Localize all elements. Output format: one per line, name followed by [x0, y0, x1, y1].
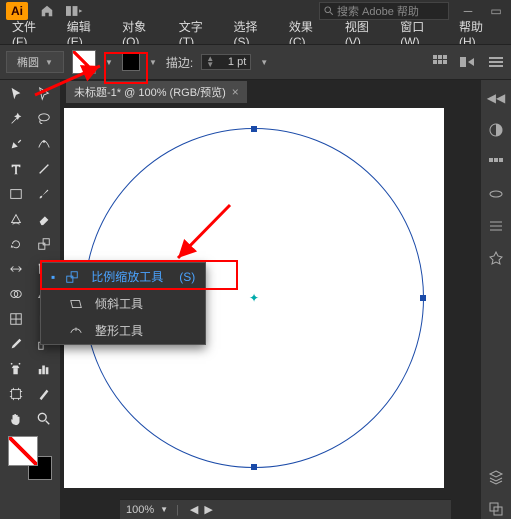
flyout-shear-label: 倾斜工具	[95, 295, 143, 312]
stroke-panel-icon[interactable]	[486, 216, 506, 236]
stroke-weight-input[interactable]: ▲▼ 1 pt	[201, 54, 251, 70]
column-graph-tool[interactable]	[30, 357, 57, 381]
tool-flyout-menu: ▪ 比例缩放工具 (S) 倾斜工具 整形工具	[40, 262, 206, 345]
symbols-panel-icon[interactable]	[486, 248, 506, 268]
stroke-dropdown[interactable]: ▼	[148, 52, 158, 72]
prefs-icon[interactable]	[487, 53, 505, 71]
magic-wand-tool[interactable]	[2, 107, 29, 131]
fill-stroke-indicator[interactable]	[8, 436, 52, 480]
flyout-scale-label: 比例缩放工具	[91, 268, 163, 285]
center-indicator: ✦	[249, 291, 259, 305]
right-panel-dock: ◀◀	[481, 80, 511, 519]
stroke-swatch[interactable]	[122, 53, 140, 71]
document-tab-title: 未标题-1* @ 100% (RGB/预览)	[74, 84, 226, 100]
eyedropper-tool[interactable]	[2, 332, 29, 356]
align-icon[interactable]	[431, 53, 449, 71]
type-tool[interactable]	[2, 157, 29, 181]
zoom-level[interactable]: 100%	[126, 504, 154, 516]
chevron-down-icon[interactable]: ▼	[160, 505, 168, 514]
pen-tool[interactable]	[2, 132, 29, 156]
stroke-weight-dropdown[interactable]: ▼	[259, 52, 269, 72]
scale-tool[interactable]	[30, 232, 57, 256]
lasso-tool[interactable]	[30, 107, 57, 131]
document-tab[interactable]: 未标题-1* @ 100% (RGB/预览) ×	[66, 81, 247, 103]
anchor-bottom[interactable]	[251, 464, 257, 470]
transform-panel-icon[interactable]	[459, 53, 477, 71]
artboard-tool[interactable]	[2, 382, 29, 406]
flyout-scale-tool[interactable]: ▪ 比例缩放工具 (S)	[41, 263, 205, 290]
bullet-icon: ▪	[51, 270, 55, 284]
anchor-top[interactable]	[251, 126, 257, 132]
paintbrush-tool[interactable]	[30, 182, 57, 206]
brushes-panel-icon[interactable]	[486, 184, 506, 204]
flyout-reshape-label: 整形工具	[95, 322, 143, 339]
curvature-tool[interactable]	[30, 132, 57, 156]
flyout-shear-tool[interactable]: 倾斜工具	[41, 290, 205, 317]
artboards-panel-icon[interactable]	[486, 499, 506, 519]
slice-tool[interactable]	[30, 382, 57, 406]
rectangle-tool[interactable]	[2, 182, 29, 206]
fill-dropdown[interactable]: ▼	[104, 52, 114, 72]
shear-tool-icon	[69, 297, 85, 311]
direct-selection-tool[interactable]	[30, 82, 57, 106]
flyout-reshape-tool[interactable]: 整形工具	[41, 317, 205, 344]
nav-prev-icon[interactable]: ◀	[190, 503, 198, 516]
selection-type-label[interactable]: 椭圆 ▼	[6, 51, 64, 73]
zoom-tool[interactable]	[30, 407, 57, 431]
hand-tool[interactable]	[2, 407, 29, 431]
width-tool[interactable]	[2, 257, 29, 281]
symbol-sprayer-tool[interactable]	[2, 357, 29, 381]
stroke-label: 描边:	[166, 54, 193, 71]
reshape-tool-icon	[69, 324, 85, 338]
line-tool[interactable]	[30, 157, 57, 181]
eraser-tool[interactable]	[30, 207, 57, 231]
anchor-right[interactable]	[420, 295, 426, 301]
close-icon[interactable]: ×	[232, 85, 239, 99]
shape-builder-tool[interactable]	[2, 282, 29, 306]
shaper-tool[interactable]	[2, 207, 29, 231]
nav-next-icon[interactable]: ▶	[204, 503, 212, 516]
expand-panels-icon[interactable]: ◀◀	[486, 88, 506, 108]
rotate-tool[interactable]	[2, 232, 29, 256]
color-panel-icon[interactable]	[486, 120, 506, 140]
fill-color-front	[8, 436, 38, 466]
scale-tool-icon	[65, 270, 81, 284]
mesh-tool[interactable]	[2, 307, 29, 331]
selection-tool[interactable]	[2, 82, 29, 106]
search-icon	[324, 6, 334, 16]
chevron-down-icon: ▼	[45, 58, 53, 67]
flyout-scale-shortcut: (S)	[179, 270, 195, 284]
swatches-panel-icon[interactable]	[486, 152, 506, 172]
fill-swatch[interactable]	[72, 50, 96, 74]
layers-panel-icon[interactable]	[486, 467, 506, 487]
